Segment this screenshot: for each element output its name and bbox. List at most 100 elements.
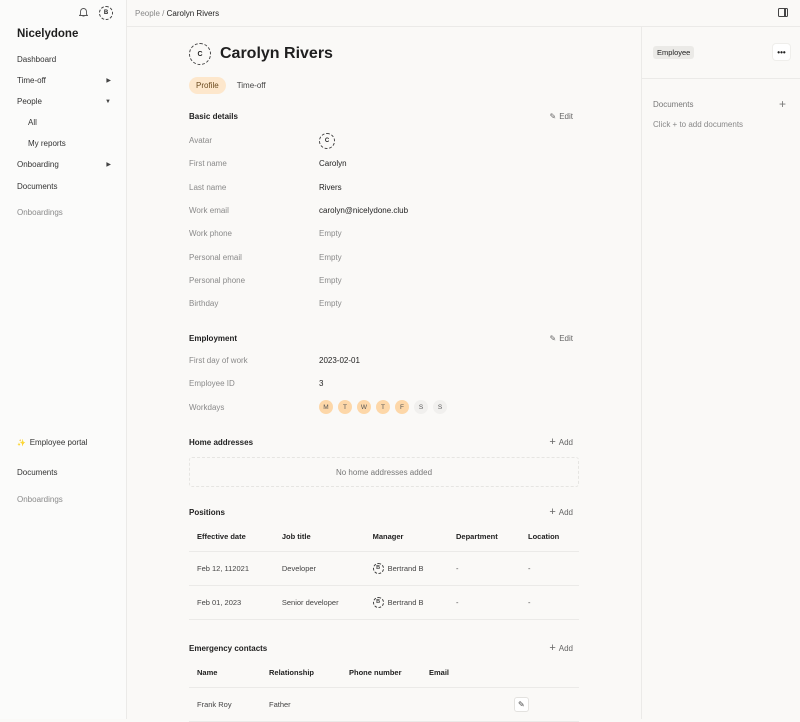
- documents-heading: Documents: [653, 100, 693, 109]
- column-header: Location: [520, 523, 579, 551]
- table-row[interactable]: Feb 01, 2023Senior developerBBertrand B-…: [189, 585, 579, 619]
- column-header: Phone number: [341, 659, 421, 687]
- nav-onboardings[interactable]: Onboardings: [17, 208, 111, 217]
- page-title: Carolyn Rivers: [220, 45, 333, 63]
- edit-employment-button[interactable]: ✎Edit: [550, 334, 574, 343]
- nav-label: Documents: [17, 468, 57, 477]
- nav-time-off[interactable]: Time-off▶: [17, 76, 111, 85]
- workday-2: W: [357, 400, 371, 414]
- tab-time-off[interactable]: Time-off: [230, 77, 273, 94]
- edit-label: Edit: [559, 334, 573, 343]
- breadcrumb: People / Carolyn Rivers: [135, 9, 219, 18]
- employment-section: Employment✎Edit First day of work2023-02…: [189, 332, 579, 419]
- add-contact-button[interactable]: + Add: [549, 642, 573, 654]
- add-position-button[interactable]: + Add: [549, 506, 573, 518]
- workday-6: S: [433, 400, 447, 414]
- add-label: Add: [559, 438, 573, 447]
- edit-basic-button[interactable]: ✎Edit: [550, 112, 574, 121]
- breadcrumb-current: Carolyn Rivers: [167, 9, 219, 18]
- nav-bottom-onboardings[interactable]: Onboardings: [17, 495, 111, 504]
- field-label: Personal phone: [189, 276, 319, 285]
- toggle-panel-icon[interactable]: [778, 8, 788, 17]
- more-options-button[interactable]: •••: [773, 44, 790, 60]
- column-header: Email: [421, 659, 506, 687]
- field-label: First day of work: [189, 356, 319, 365]
- workday-4: F: [395, 400, 409, 414]
- right-panel: Employee ••• Documents+ Click + to add d…: [641, 27, 800, 719]
- employee-portal-link[interactable]: ✨ Employee portal: [17, 438, 111, 447]
- field-label: Work phone: [189, 229, 319, 238]
- edit-contact-button[interactable]: ✎: [514, 697, 529, 712]
- contact-rel: Father: [261, 687, 341, 721]
- actions-cell: ✎: [506, 687, 579, 721]
- field-label: Employee ID: [189, 379, 319, 388]
- add-label: Add: [559, 644, 573, 653]
- nav-label: Time-off: [17, 76, 46, 85]
- plus-icon: +: [549, 506, 555, 518]
- positions-section: Positions+Add Effective dateJob titleMan…: [189, 506, 579, 620]
- column-header: Effective date: [189, 523, 274, 551]
- job-title: Senior developer: [274, 585, 365, 619]
- workday-5: S: [414, 400, 428, 414]
- brand-name: Nicelydone: [17, 28, 78, 40]
- column-header: Manager: [365, 523, 448, 551]
- field-label: First name: [189, 159, 319, 168]
- department: -: [448, 585, 520, 619]
- contact-name: Frank Roy: [189, 687, 261, 721]
- nav-onboarding[interactable]: Onboarding ▶: [17, 160, 111, 169]
- caret-right-icon: ▶: [106, 161, 111, 168]
- nav-my-reports[interactable]: My reports: [28, 139, 122, 148]
- pencil-icon: ✎: [518, 700, 525, 709]
- manager: BBertrand B: [373, 563, 440, 574]
- edit-label: Edit: [559, 112, 573, 121]
- field-value: Empty: [319, 253, 342, 262]
- top-bar: People / Carolyn Rivers: [127, 0, 800, 27]
- breadcrumb-people[interactable]: People: [135, 9, 160, 18]
- manager-cell: BBertrand B: [365, 551, 448, 585]
- workday-1: T: [338, 400, 352, 414]
- employee-id-value: 3: [319, 379, 323, 388]
- column-header: Job title: [274, 523, 365, 551]
- table-row[interactable]: Frank RoyFather ✎: [189, 687, 579, 721]
- add-document-icon[interactable]: +: [779, 100, 786, 109]
- empty-state: No home addresses added: [189, 457, 579, 487]
- nav-label: Onboarding: [17, 160, 59, 169]
- field-label: Avatar: [189, 136, 319, 145]
- field-label: Personal email: [189, 253, 319, 262]
- role-badge: Employee: [653, 46, 694, 59]
- plus-icon: +: [549, 436, 555, 448]
- nav-label: Employee portal: [30, 438, 88, 447]
- nav-documents[interactable]: Documents: [17, 182, 111, 191]
- nav-dashboard[interactable]: Dashboard: [17, 55, 111, 64]
- breadcrumb-separator: /: [162, 9, 164, 18]
- field-value: Rivers: [319, 183, 342, 192]
- field-row: Last nameRivers: [189, 176, 579, 199]
- party-icon: ✨: [17, 439, 26, 447]
- section-title: Emergency contacts: [189, 644, 267, 653]
- effective-date: Feb 12, 112021: [189, 551, 274, 585]
- manager-avatar: B: [373, 563, 384, 574]
- field-row: First nameCarolyn: [189, 152, 579, 175]
- table-row[interactable]: Feb 12, 112021DeveloperBBertrand B--: [189, 551, 579, 585]
- add-label: Add: [559, 508, 573, 517]
- nav-label: Dashboard: [17, 55, 56, 64]
- add-address-button[interactable]: + Add: [549, 436, 573, 448]
- bell-icon[interactable]: [79, 7, 88, 19]
- field-value: Empty: [319, 299, 342, 308]
- field-row: Work emailcarolyn@nicelydone.club: [189, 199, 579, 222]
- field-label: Workdays: [189, 403, 319, 412]
- pencil-icon: ✎: [550, 112, 557, 121]
- nav-people[interactable]: People▼: [17, 97, 111, 106]
- user-avatar[interactable]: B: [99, 6, 113, 20]
- department: -: [448, 551, 520, 585]
- field-avatar: C: [319, 133, 335, 149]
- plus-icon: +: [549, 642, 555, 654]
- nav-label: Documents: [17, 182, 57, 191]
- workday-0: M: [319, 400, 333, 414]
- tab-profile[interactable]: Profile: [189, 77, 226, 94]
- field-label: Last name: [189, 183, 319, 192]
- field-row: Personal emailEmpty: [189, 245, 579, 268]
- location: -: [520, 551, 579, 585]
- nav-people-all[interactable]: All: [28, 118, 122, 127]
- nav-bottom-documents[interactable]: Documents: [17, 468, 111, 477]
